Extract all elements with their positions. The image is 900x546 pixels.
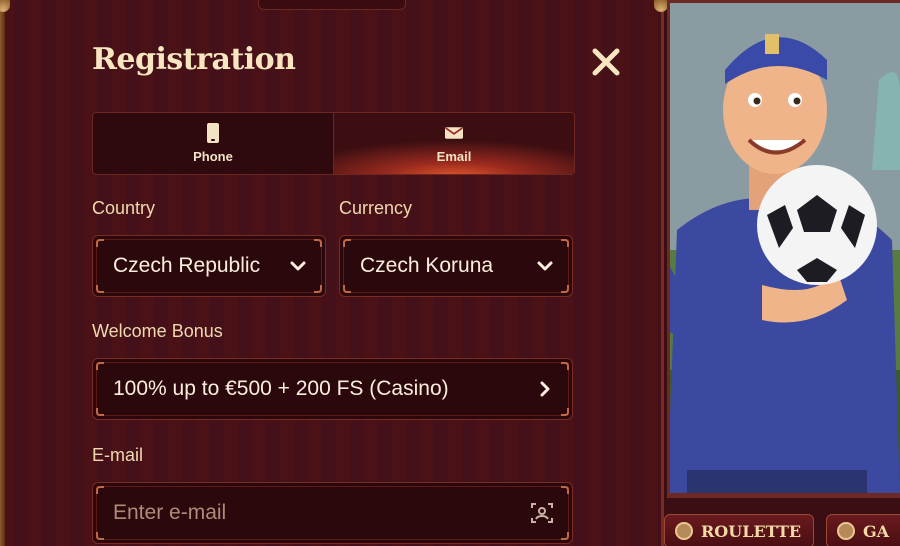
roulette-label: ROULETTE	[701, 521, 802, 541]
currency-value: Czech Koruna	[360, 254, 494, 277]
roulette-icon	[675, 522, 693, 540]
roulette-button[interactable]: ROULETTE	[664, 514, 814, 546]
tab-phone[interactable]: Phone	[93, 113, 333, 174]
tab-phone-label: Phone	[193, 149, 233, 164]
games-button[interactable]: GA	[826, 514, 900, 546]
tassel-decoration	[654, 0, 668, 12]
email-field[interactable]	[113, 501, 530, 525]
face-scan-icon[interactable]	[530, 501, 554, 525]
tassel-decoration	[0, 0, 10, 12]
currency-label: Currency	[339, 198, 413, 218]
email-label: E-mail	[92, 445, 144, 465]
chevron-right-icon	[540, 381, 550, 397]
chevron-down-icon	[537, 261, 553, 271]
tab-email[interactable]: Email	[333, 113, 574, 174]
country-select[interactable]: Czech Republic	[92, 235, 326, 297]
welcome-bonus-select[interactable]: 100% up to €500 + 200 FS (Casino)	[92, 358, 573, 420]
close-icon	[592, 48, 620, 76]
currency-select[interactable]: Czech Koruna	[339, 235, 573, 297]
games-icon	[837, 522, 855, 540]
close-button[interactable]	[588, 44, 624, 80]
chevron-down-icon	[290, 261, 306, 271]
tab-email-label: Email	[436, 149, 472, 164]
phone-icon	[207, 123, 219, 143]
email-field-wrapper	[92, 482, 573, 544]
welcome-bonus-value: 100% up to €500 + 200 FS (Casino)	[113, 377, 449, 400]
registration-panel: Registration Phone Email Country Currenc…	[0, 0, 668, 546]
panel-top-tab	[258, 0, 406, 10]
footballer-illustration	[667, 0, 900, 496]
games-label: GA	[863, 521, 890, 541]
welcome-bonus-label: Welcome Bonus	[92, 321, 223, 341]
country-value: Czech Republic	[113, 254, 261, 277]
page-title: Registration	[92, 42, 296, 77]
registration-method-tabs: Phone Email	[92, 112, 575, 175]
game-promo-image[interactable]	[667, 0, 900, 546]
panel-trim	[0, 0, 5, 546]
country-label: Country	[92, 198, 156, 218]
envelope-icon	[445, 127, 463, 139]
